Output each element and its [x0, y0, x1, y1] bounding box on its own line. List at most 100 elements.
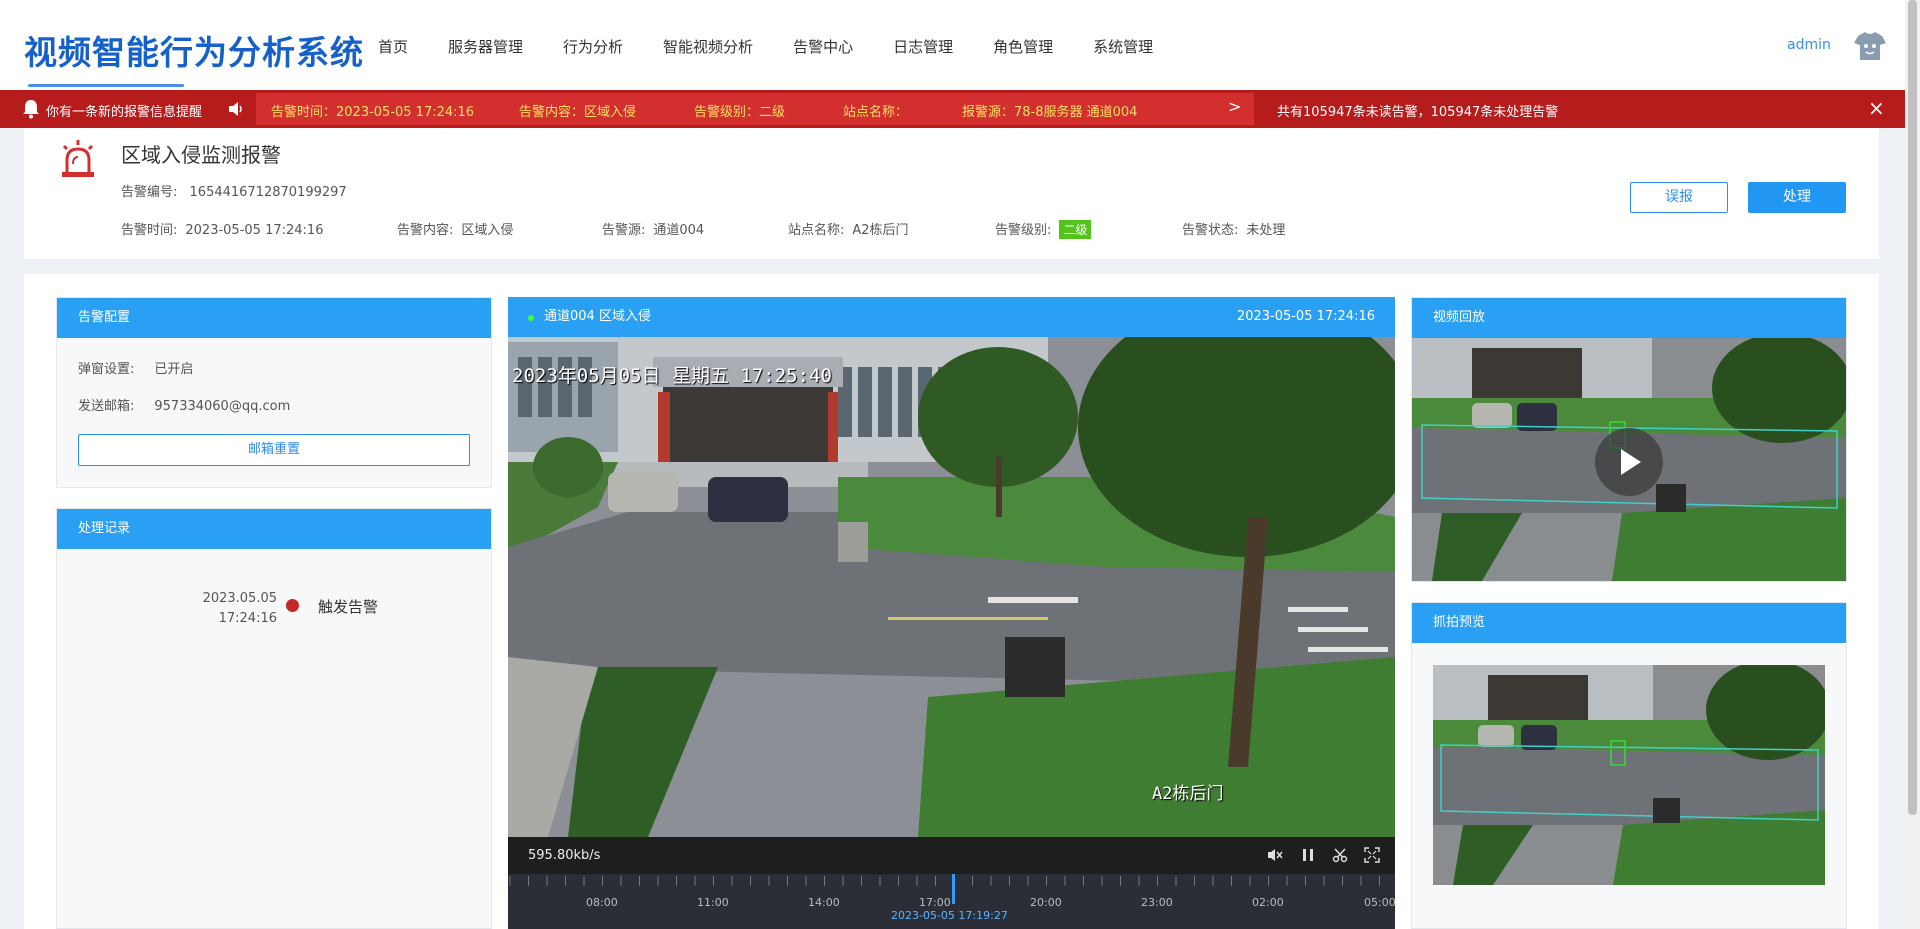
ticker-site: 站点名称：	[843, 105, 909, 120]
timeline-label: 05:00	[1364, 896, 1396, 909]
timeline-label: 20:00	[1030, 896, 1062, 909]
video-title: 通道004 区域入侵	[544, 309, 651, 324]
alarm-source: 告警源: 通道004	[602, 219, 704, 238]
speaker-icon[interactable]	[228, 100, 244, 118]
alarm-config-panel: 告警配置 弹窗设置: 已开启 发送邮箱: 957334060@qq.com 邮箱重置	[56, 297, 492, 488]
alarm-number: 告警编号: 1654416712870199297	[121, 181, 347, 200]
alarm-site: 站点名称: A2栋后门	[788, 219, 909, 238]
video-player: 通道004 区域入侵 2023-05-05 17:24:16 2023年05月0…	[508, 297, 1396, 929]
mute-icon[interactable]	[1267, 847, 1283, 863]
alarm-status-value: 未处理	[1246, 223, 1286, 238]
alarm-status-label: 告警状态:	[1182, 223, 1239, 238]
play-icon[interactable]	[1595, 428, 1663, 496]
timeline-label: 17:00	[919, 896, 951, 909]
timeline-cursor[interactable]	[952, 874, 955, 904]
scrollbar-thumb[interactable]	[1908, 0, 1917, 815]
processing-records-panel: 处理记录 2023.05.05 17:24:16 触发告警	[56, 508, 492, 929]
video-frame[interactable]: 2023年05月05日 星期五 17:25:40 A2栋后门	[508, 337, 1395, 837]
alarm-content-label: 告警内容:	[397, 223, 454, 238]
popup-setting: 弹窗设置: 已开启	[78, 358, 193, 377]
timeline-current-time: 2023-05-05 17:19:27	[891, 909, 1008, 922]
nav-role-management[interactable]: 角色管理	[993, 36, 1053, 57]
pause-icon[interactable]	[1300, 847, 1316, 863]
alarm-time-value: 2023-05-05 17:24:16	[185, 223, 324, 238]
email-setting-label: 发送邮箱:	[78, 399, 135, 414]
alarm-site-label: 站点名称:	[788, 223, 845, 238]
nav-home[interactable]: 首页	[378, 36, 408, 57]
app-title: 视频智能行为分析系统	[24, 33, 364, 72]
ticker-time: 告警时间：2023-05-05 17:24:16	[271, 105, 475, 120]
record-event: 触发告警	[318, 598, 379, 616]
alarm-level-label: 告警级别:	[995, 223, 1052, 238]
alarm-time-label: 告警时间:	[121, 223, 178, 238]
close-icon[interactable]: ×	[1868, 96, 1885, 120]
ticker-level: 告警级别：二级	[694, 105, 786, 120]
video-osd-time: 2023年05月05日 星期五 17:25:40	[512, 365, 832, 387]
page-scrollbar[interactable]	[1905, 0, 1920, 929]
snapshot-preview-title: 抓拍预览	[1412, 603, 1846, 643]
video-playback-title: 视频回放	[1412, 298, 1846, 338]
main-nav: 首页 服务器管理 行为分析 智能视频分析 告警中心 日志管理 角色管理 系统管理	[378, 36, 1193, 57]
nav-log-management[interactable]: 日志管理	[893, 36, 953, 57]
alarm-siren-icon	[62, 140, 94, 177]
processing-records-title: 处理记录	[57, 509, 491, 549]
camera-scene-image	[508, 337, 1395, 837]
nav-alarm-center[interactable]: 告警中心	[793, 36, 853, 57]
timeline-label: 23:00	[1141, 896, 1173, 909]
handle-button[interactable]: 处理	[1748, 182, 1846, 213]
bitrate: 595.80kb/s	[528, 848, 601, 863]
record-time-value: 17:24:16	[218, 611, 277, 626]
alarm-source-label: 告警源:	[602, 223, 646, 238]
popup-setting-label: 弹窗设置:	[78, 362, 135, 377]
unread-summary: 共有105947条未读告警，105947条未处理告警	[1277, 105, 1559, 120]
alarm-title: 区域入侵监测报警	[121, 143, 281, 167]
title-underline	[28, 84, 184, 87]
top-header: 视频智能行为分析系统 首页 服务器管理 行为分析 智能视频分析 告警中心 日志管…	[0, 0, 1905, 90]
bell-icon	[23, 100, 39, 119]
email-setting: 发送邮箱: 957334060@qq.com	[78, 395, 290, 414]
video-header: 通道004 区域入侵 2023-05-05 17:24:16	[508, 297, 1395, 337]
latest-alert-ticker[interactable]: 告警时间：2023-05-05 17:24:16 告警内容：区域入侵 告警级别：…	[256, 93, 1254, 125]
timeline-label: 11:00	[697, 896, 729, 909]
live-indicator	[528, 315, 534, 321]
video-control-bar: 595.80kb/s	[508, 837, 1395, 874]
chevron-right-icon[interactable]: >	[1228, 97, 1241, 116]
alarm-status: 告警状态: 未处理	[1182, 219, 1285, 238]
email-reset-button[interactable]: 邮箱重置	[78, 434, 470, 466]
timeline-label: 14:00	[808, 896, 840, 909]
record-dot	[286, 599, 299, 612]
record-date: 2023.05.05 17:24:16	[167, 589, 277, 629]
video-playback-panel: 视频回放	[1411, 297, 1847, 582]
fullscreen-icon[interactable]	[1364, 847, 1380, 863]
snapshot-thumbnail[interactable]	[1433, 665, 1825, 885]
nav-system-management[interactable]: 系统管理	[1093, 36, 1153, 57]
alarm-content: 告警内容: 区域入侵	[397, 219, 513, 238]
alarm-number-label: 告警编号:	[121, 185, 178, 200]
alarm-level: 告警级别: 二级	[995, 219, 1092, 239]
alarm-number-value: 1654416712870199297	[189, 185, 347, 200]
user-avatar-icon[interactable]	[1852, 30, 1888, 62]
user-name[interactable]: admin	[1787, 37, 1831, 53]
ticker-source: 报警源：78-8服务器 通道004	[962, 105, 1138, 120]
snapshot-scene-image	[1433, 665, 1825, 885]
alarm-level-badge: 二级	[1059, 220, 1092, 239]
video-timestamp: 2023-05-05 17:24:16	[1236, 309, 1375, 324]
alarm-config-title: 告警配置	[57, 298, 491, 338]
ticker-content: 告警内容：区域入侵	[519, 105, 637, 120]
playback-thumbnail[interactable]	[1412, 338, 1846, 581]
timeline-label: 08:00	[586, 896, 618, 909]
nav-smart-video-analysis[interactable]: 智能视频分析	[663, 36, 753, 57]
record-date-value: 2023.05.05	[202, 591, 277, 606]
alarm-info-card: 区域入侵监测报警 告警编号: 1654416712870199297 告警时间:…	[24, 128, 1879, 259]
popup-setting-value: 已开启	[154, 362, 194, 377]
nav-server-management[interactable]: 服务器管理	[448, 36, 523, 57]
misreport-button[interactable]: 误报	[1630, 182, 1728, 213]
nav-behavior-analysis[interactable]: 行为分析	[563, 36, 623, 57]
scissors-icon[interactable]	[1332, 847, 1348, 863]
video-timeline[interactable]: 08:00 11:00 14:00 17:00 20:00 23:00 02:0…	[508, 874, 1396, 929]
alert-notification-bar: 你有一条新的报警信息提醒 告警时间：2023-05-05 17:24:16 告警…	[0, 90, 1905, 128]
alarm-source-value: 通道004	[653, 223, 705, 238]
new-alert-text: 你有一条新的报警信息提醒	[46, 105, 203, 120]
alarm-site-value: A2栋后门	[852, 223, 909, 238]
video-osd-label: A2栋后门	[1152, 784, 1224, 804]
